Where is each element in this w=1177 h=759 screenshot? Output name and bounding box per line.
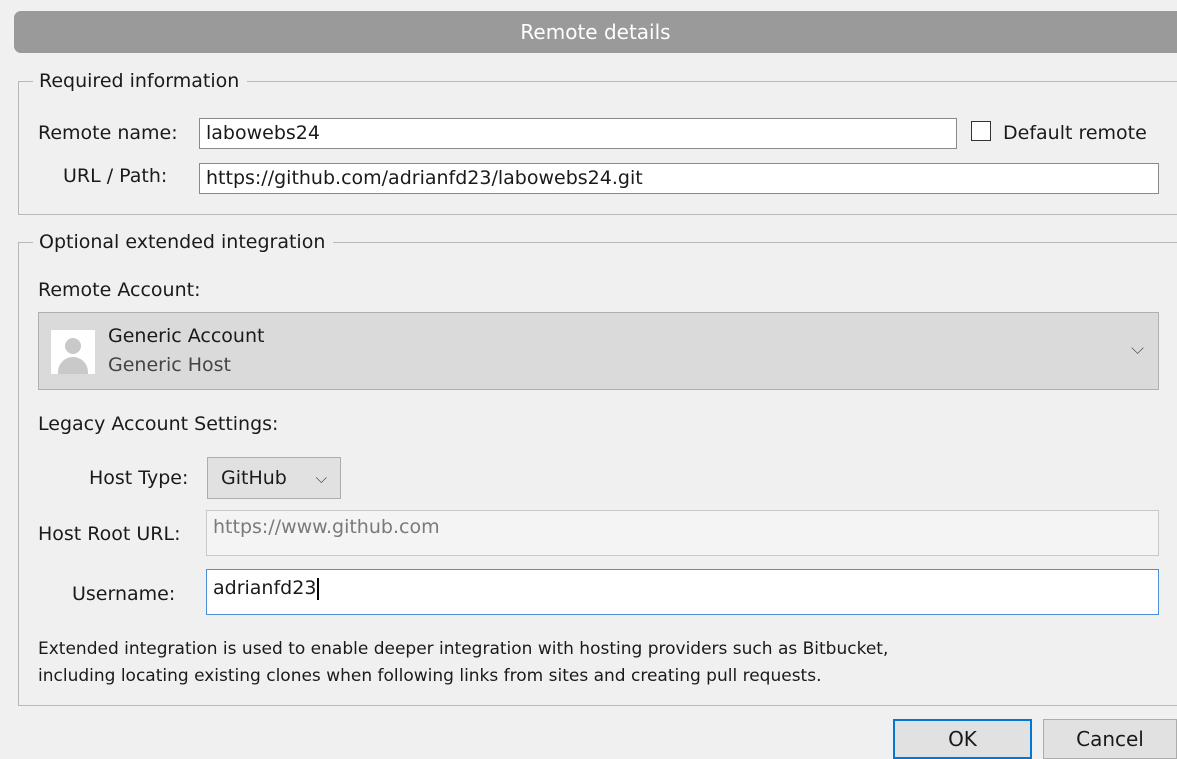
note-line-2: including locating existing clones when … [38,666,822,686]
remote-account-label: Remote Account: [38,279,201,301]
url-path-value: https://github.com/adrianfd23/labowebs24… [206,167,643,189]
account-host: Generic Host [108,354,231,376]
legacy-account-settings-label: Legacy Account Settings: [38,413,279,435]
account-name: Generic Account [108,325,265,347]
text-caret [317,577,320,600]
extended-integration-note: Extended integration is used to enable d… [38,636,1158,690]
url-path-label: URL / Path: [63,165,168,187]
host-type-select[interactable]: GitHub ⌵ [207,457,341,499]
host-type-label: Host Type: [89,467,189,489]
ok-button[interactable]: OK [893,719,1032,759]
url-path-input[interactable]: https://github.com/adrianfd23/labowebs24… [199,163,1159,194]
host-root-url-input: https://www.github.com [206,510,1159,556]
cancel-button[interactable]: Cancel [1043,719,1177,759]
note-line-1: Extended integration is used to enable d… [38,639,889,659]
host-root-url-label: Host Root URL: [38,523,181,545]
optional-integration-legend: Optional extended integration [33,229,334,255]
default-remote-checkbox[interactable] [971,121,991,141]
default-remote-label[interactable]: Default remote [1003,120,1147,146]
username-value: adrianfd23 [213,577,317,599]
chevron-down-icon: ⌵ [1131,339,1144,359]
required-information-legend: Required information [33,68,248,94]
chevron-down-icon: ⌵ [315,469,327,487]
username-label: Username: [72,583,176,605]
remote-name-label: Remote name: [38,122,178,144]
username-input[interactable]: adrianfd23 [206,569,1159,615]
host-root-url-value: https://www.github.com [213,516,440,538]
remote-name-value: labowebs24 [206,122,320,144]
remote-name-input[interactable]: labowebs24 [199,118,957,149]
remote-account-dropdown[interactable]: Generic Account Generic Host ⌵ [38,312,1159,390]
user-avatar-icon [51,330,95,374]
host-type-value: GitHub [221,467,287,489]
dialog-title: Remote details [14,11,1177,53]
